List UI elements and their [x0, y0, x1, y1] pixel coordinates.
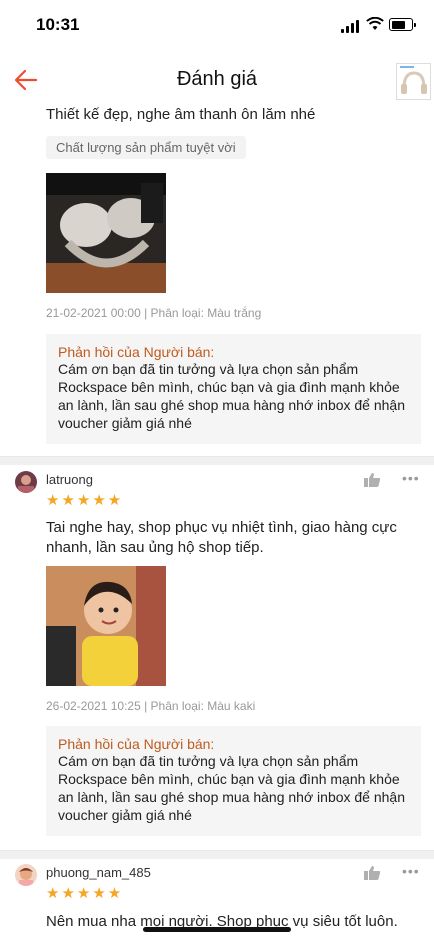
- seller-reply-title: Phản hồi của Người bán:: [58, 736, 215, 752]
- username[interactable]: latruong: [46, 472, 93, 487]
- page-title: Đánh giá: [176, 68, 258, 90]
- review-text: Tai nghe hay, shop phục vụ nhiệt tình, g…: [46, 519, 397, 556]
- divider: [0, 850, 434, 859]
- thumbs-up-icon[interactable]: [363, 472, 381, 488]
- review-tag[interactable]: Chất lượng sản phẩm tuyệt vời: [46, 136, 246, 159]
- rating-stars: ★★★★★: [46, 885, 124, 902]
- avatar[interactable]: [15, 471, 37, 493]
- review-photo[interactable]: [46, 566, 166, 686]
- seller-reply-body: Cám ơn bạn đã tin tưởng và lựa chọn sản …: [58, 753, 406, 823]
- rating-stars: ★★★★★: [46, 492, 124, 509]
- review-meta: 21-02-2021 00:00 | Phân loại: Màu trắng: [46, 306, 262, 320]
- wifi-icon: [366, 17, 384, 30]
- product-thumbnail[interactable]: [396, 63, 431, 100]
- child-photo: [46, 566, 166, 686]
- status-bar: 10:31: [0, 0, 434, 50]
- avatar[interactable]: [15, 864, 37, 886]
- battery-icon: [389, 18, 416, 31]
- status-time: 10:31: [36, 15, 80, 34]
- signal-icon: [341, 20, 361, 33]
- home-indicator[interactable]: [143, 927, 291, 932]
- header-bar: Đánh giá: [0, 56, 434, 104]
- seller-reply-body: Cám ơn bạn đã tin tưởng và lựa chọn sản …: [58, 361, 406, 431]
- review-text: Thiết kế đẹp, nghe âm thanh ôn lăm nhé: [46, 106, 316, 123]
- review-meta: 26-02-2021 10:25 | Phân loại: Màu kaki: [46, 699, 256, 713]
- more-dots-icon[interactable]: •••: [402, 470, 420, 486]
- headphone-photo: [46, 173, 166, 293]
- more-dots-icon[interactable]: •••: [402, 863, 420, 879]
- seller-reply: Phản hồi của Người bán: Cám ơn bạn đã ti…: [46, 726, 421, 836]
- seller-reply: Phản hồi của Người bán: Cám ơn bạn đã ti…: [46, 334, 421, 444]
- seller-reply-title: Phản hồi của Người bán:: [58, 344, 215, 360]
- username[interactable]: phuong_nam_485: [46, 865, 151, 880]
- headphone-thumbnail-icon: [400, 66, 427, 94]
- thumbs-up-icon[interactable]: [363, 865, 381, 881]
- review-photo[interactable]: [46, 173, 166, 293]
- divider: [0, 456, 434, 465]
